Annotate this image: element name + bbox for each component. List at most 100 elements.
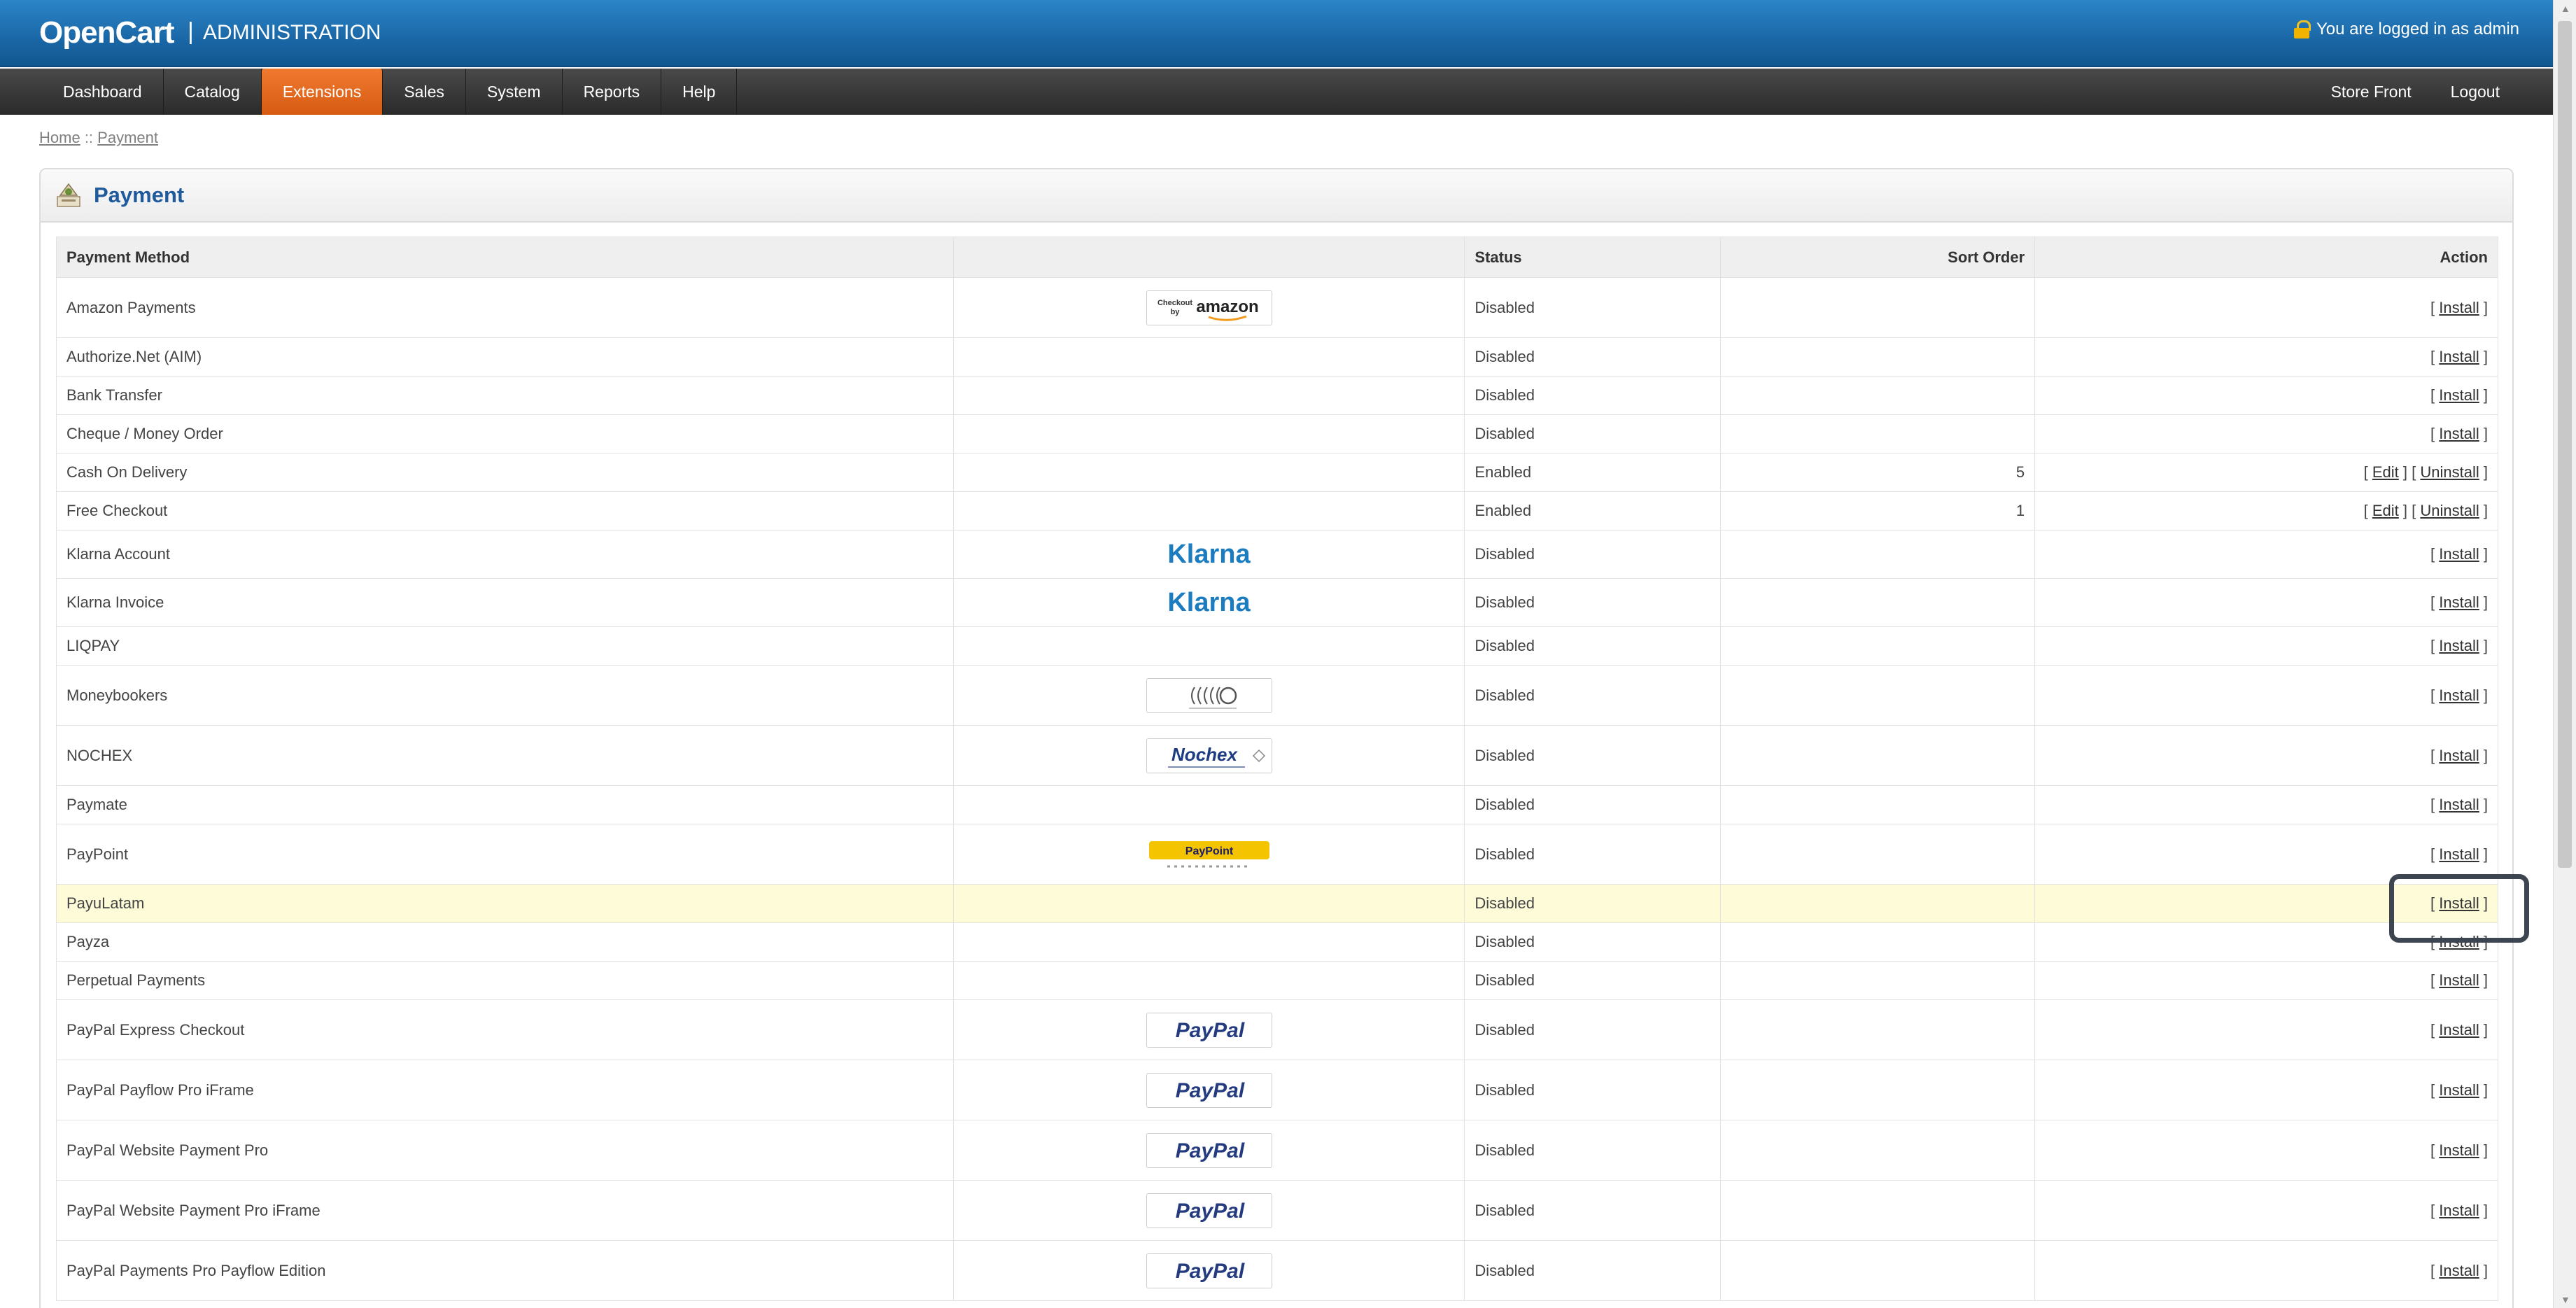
menu-item-logout[interactable]: Logout <box>2431 69 2519 115</box>
scroll-down-icon[interactable]: ▼ <box>2561 1294 2570 1305</box>
header-sort-order[interactable]: Sort Order <box>1720 237 2036 278</box>
uninstall-link[interactable]: Uninstall <box>2420 502 2479 519</box>
action-cell: [ Install ] <box>2034 1060 2498 1120</box>
action-bracket: ] <box>2479 348 2488 365</box>
table-row: Payza Disabled[ Install ] <box>56 922 2498 962</box>
status-cell: Disabled <box>1464 665 1722 726</box>
action-cell: [ Edit ] [ Uninstall ] <box>2034 453 2498 492</box>
install-link[interactable]: Install <box>2439 845 2479 863</box>
payment-method-name: PayPal Payments Pro Payflow Edition <box>56 1240 954 1301</box>
table-row: PayPal Payflow Pro iFrame PayPal Disabled [… <box>56 1060 2498 1120</box>
menu-item-extensions[interactable]: Extensions <box>261 69 383 115</box>
install-link[interactable]: Install <box>2439 687 2479 704</box>
moneybookers-wave-icon <box>1209 686 1214 705</box>
payment-method-name: PayPal Website Payment Pro iFrame <box>56 1180 954 1241</box>
paypal-wordmark: PayPal <box>1175 1019 1244 1042</box>
install-link[interactable]: Install <box>2439 593 2479 611</box>
install-link[interactable]: Install <box>2439 425 2479 442</box>
moneybookers-logo <box>1146 677 1272 713</box>
menu-left: Dashboard Catalog Extensions Sales System Rep… <box>42 69 738 115</box>
edit-link[interactable]: Edit <box>2372 502 2399 519</box>
install-link[interactable]: Install <box>2439 386 2479 404</box>
header-status[interactable]: Status <box>1464 237 1722 278</box>
header-payment-method[interactable]: Payment Method <box>56 237 954 278</box>
header-logo <box>952 237 1465 278</box>
status-cell: Disabled <box>1464 337 1722 377</box>
status-cell: Disabled <box>1464 884 1722 923</box>
menu-item-store-front[interactable]: Store Front <box>2311 69 2431 115</box>
action-bracket: ] <box>2479 593 2488 611</box>
install-link[interactable]: Install <box>2439 348 2479 365</box>
payment-panel: Payment Payment Method Status Sort Order… <box>39 168 2514 1308</box>
edit-link[interactable]: Edit <box>2372 463 2399 481</box>
status-cell: Disabled <box>1464 922 1722 962</box>
action-bracket: [ <box>2430 1201 2440 1219</box>
install-link[interactable]: Install <box>2439 299 2479 316</box>
action-bracket: ] <box>2479 637 2488 654</box>
sort-order-cell <box>1720 785 2036 824</box>
install-link[interactable]: Install <box>2439 545 2479 563</box>
payment-method-name: Klarna Invoice <box>56 578 954 627</box>
scroll-up-icon[interactable]: ▲ <box>2561 3 2570 14</box>
amazon-wordmark: amazon <box>1196 297 1258 316</box>
header: OpenCart | ADMINISTRATION You are logged… <box>0 0 2553 67</box>
table-row: Klarna Account Klarna Disabled [ Install ] <box>56 530 2498 579</box>
install-link[interactable]: Install <box>2439 1141 2479 1159</box>
panel-heading: Payment <box>41 169 2512 223</box>
install-link[interactable]: Install <box>2439 747 2479 764</box>
action-bracket: ] <box>2479 1201 2488 1219</box>
breadcrumb-home[interactable]: Home <box>39 129 80 146</box>
action-bracket: [ <box>2430 593 2440 611</box>
install-link[interactable]: Install <box>2439 1021 2479 1039</box>
menu-item-reports[interactable]: Reports <box>563 69 662 115</box>
install-link[interactable]: Install <box>2439 637 2479 654</box>
payment-method-logo-cell <box>952 785 1465 824</box>
menu-item-system[interactable]: System <box>466 69 563 115</box>
install-link[interactable]: Install <box>2439 1202 2479 1219</box>
action-bracket: [ <box>2430 1141 2440 1159</box>
install-link[interactable]: Install <box>2439 971 2479 989</box>
opencart-logo[interactable]: OpenCart <box>39 15 174 50</box>
vertical-scrollbar[interactable]: ▲ ▼ <box>2553 0 2576 1308</box>
menu-item-sales[interactable]: Sales <box>383 69 466 115</box>
action-cell: [ Install ] <box>2034 999 2498 1060</box>
action-cell: [ Install ] <box>2034 578 2498 627</box>
install-link[interactable]: Install <box>2439 1262 2479 1279</box>
nochex-wordmark: Nochex <box>1171 744 1238 765</box>
payment-method-name: Payza <box>56 922 954 962</box>
amazon-smile-icon <box>1208 315 1247 321</box>
table-row: Free Checkout Enabled 1[ Edit ] [ Uninstal… <box>56 491 2498 530</box>
status-cell: Disabled <box>1464 578 1722 627</box>
action-bracket: [ <box>2430 425 2440 442</box>
sort-order-cell: 1 <box>1720 491 2036 530</box>
uninstall-link[interactable]: Uninstall <box>2420 463 2479 481</box>
action-bracket: [ <box>2430 1020 2440 1039</box>
payment-method-logo-cell: Klarna <box>952 530 1465 579</box>
action-bracket: [ <box>2430 971 2440 989</box>
action-bracket: [ <box>2430 1081 2440 1099</box>
payment-method-name: PayPoint <box>56 824 954 885</box>
sort-order-cell <box>1720 337 2036 377</box>
sort-order-cell <box>1720 1120 2036 1181</box>
install-link[interactable]: Install <box>2439 1081 2479 1099</box>
menu-right: Store Front Logout <box>2311 69 2519 115</box>
payment-method-logo-cell: Klarna <box>952 578 1465 627</box>
breadcrumb-payment[interactable]: Payment <box>97 129 158 146</box>
payment-icon <box>57 183 80 207</box>
action-cell: [ Install ] <box>2034 1180 2498 1241</box>
scrollbar-thumb[interactable] <box>2558 21 2572 868</box>
amazon-checkout-logo: Checkout by amazon <box>1146 290 1272 325</box>
action-cell: [ Install ] <box>2034 277 2498 338</box>
menu-item-catalog[interactable]: Catalog <box>164 69 262 115</box>
sort-order-cell <box>1720 626 2036 666</box>
menu-item-dashboard[interactable]: Dashboard <box>42 69 164 115</box>
action-bracket: [ <box>2363 463 2372 481</box>
status-cell: Disabled <box>1464 1240 1722 1301</box>
payment-method-logo-cell <box>952 376 1465 415</box>
status-cell: Disabled <box>1464 277 1722 338</box>
menu-item-help[interactable]: Help <box>661 69 738 115</box>
payment-method-name: Moneybookers <box>56 665 954 726</box>
moneybookers-wave-icon <box>1216 686 1220 705</box>
install-link[interactable]: Install <box>2439 796 2479 813</box>
paypal-logo: PayPal <box>1146 1132 1272 1168</box>
